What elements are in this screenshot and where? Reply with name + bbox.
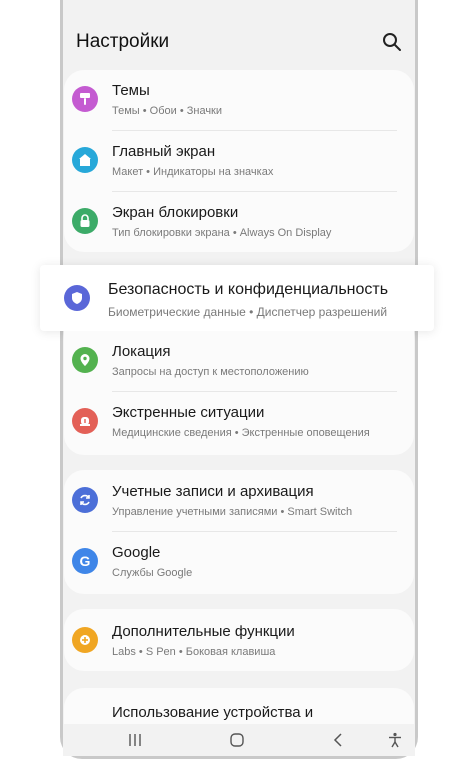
settings-item-title: Экран блокировки (112, 204, 239, 221)
settings-item-home-screen[interactable]: Главный экран Макет • Индикаторы на знач… (64, 131, 414, 191)
settings-item-subtitle: Биометрические данные • Диспетчер разреш… (108, 305, 388, 319)
home-button[interactable] (227, 730, 247, 750)
settings-item-subtitle: Медицинские сведения • Экстренные оповещ… (112, 427, 370, 439)
home-icon (72, 147, 98, 173)
settings-item-subtitle: Управление учетными записями • Smart Swi… (112, 506, 353, 518)
settings-item-themes[interactable]: Темы Темы • Обои • Значки (64, 70, 414, 130)
settings-item-title: Использование устройства и (112, 704, 314, 721)
sync-icon (72, 487, 98, 513)
lock-icon (72, 208, 98, 234)
settings-item-title: Экстренные ситуации (112, 404, 265, 421)
emergency-icon (72, 408, 98, 434)
settings-item-security-privacy[interactable]: Безопасность и конфиденциальность Биомет… (40, 265, 434, 331)
search-icon (383, 33, 401, 51)
settings-item-lock-screen[interactable]: Экран блокировки Тип блокировки экрана •… (64, 192, 414, 252)
settings-item-subtitle: Labs • S Pen • Боковая клавиша (112, 646, 276, 658)
shield-icon (64, 285, 90, 311)
back-button[interactable] (329, 730, 349, 750)
search-button[interactable] (380, 30, 404, 54)
home-button-icon (230, 733, 244, 747)
settings-item-subtitle: Макет • Индикаторы на значках (112, 166, 274, 178)
settings-item-title: Темы (112, 82, 150, 99)
back-icon (333, 733, 342, 747)
settings-item-title: Дополнительные функции (112, 623, 295, 640)
settings-item-title: Учетные записи и архивация (112, 483, 314, 500)
settings-item-emergency[interactable]: Экстренные ситуации Медицинские сведения… (64, 392, 414, 452)
settings-item-title: Локация (112, 343, 171, 360)
settings-item-title: Главный экран (112, 143, 216, 160)
settings-item-google[interactable]: G Google Службы Google (64, 532, 414, 592)
settings-item-subtitle: Запросы на доступ к местоположению (112, 366, 309, 378)
recents-button[interactable] (125, 730, 145, 750)
settings-item-title: Google (112, 544, 161, 561)
settings-item-advanced-features[interactable]: Дополнительные функции Labs • S Pen • Бо… (64, 611, 414, 671)
google-icon: G (72, 548, 98, 574)
location-pin-icon (72, 347, 98, 373)
settings-item-title: Безопасность и конфиденциальность (108, 281, 389, 298)
accessibility-button[interactable] (385, 730, 405, 750)
navigation-bar (63, 724, 415, 756)
settings-item-subtitle: Тип блокировки экрана • Always On Displa… (112, 227, 332, 239)
settings-item-subtitle: Темы • Обои • Значки (112, 105, 223, 117)
gear-plus-icon (72, 627, 98, 653)
settings-item-subtitle: Службы Google (112, 567, 193, 579)
recents-icon (129, 734, 141, 746)
accessibility-icon (389, 732, 401, 748)
page-title: Настройки (76, 31, 170, 52)
settings-item-accounts-backup[interactable]: Учетные записи и архивация Управление уч… (64, 471, 414, 531)
settings-item-location[interactable]: Локация Запросы на доступ к местоположен… (64, 331, 414, 391)
brush-icon (72, 86, 98, 112)
